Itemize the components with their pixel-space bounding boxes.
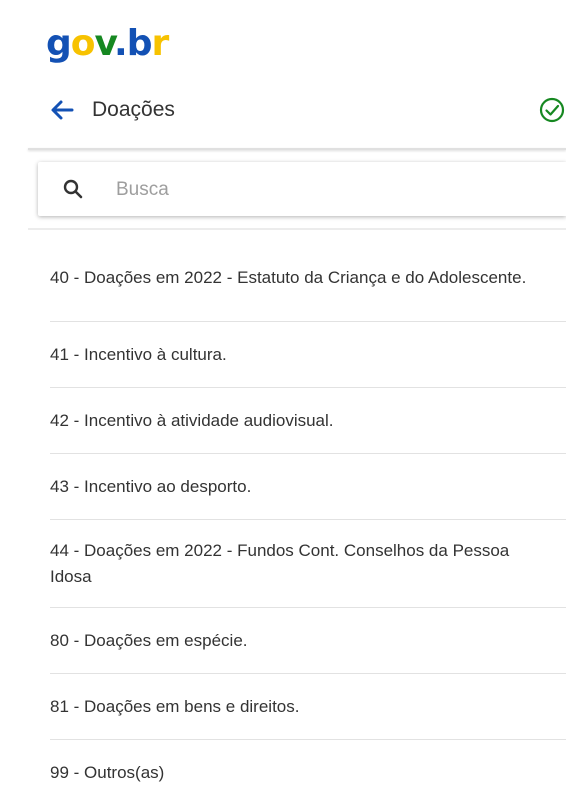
list-item[interactable]: 40 - Doações em 2022 - Estatuto da Crian… bbox=[50, 234, 566, 322]
list-item[interactable]: 99 - Outros(as) bbox=[50, 740, 566, 806]
search-bar[interactable] bbox=[38, 162, 566, 216]
search-input[interactable] bbox=[114, 174, 558, 206]
page-title: Doações bbox=[92, 98, 175, 121]
back-button[interactable] bbox=[46, 94, 78, 126]
app-header: Doações bbox=[0, 88, 566, 132]
confirm-button[interactable] bbox=[538, 96, 566, 124]
list-item-label: 42 - Incentivo à atividade audiovisual. bbox=[50, 410, 334, 430]
logo-letter: g bbox=[46, 23, 72, 64]
logo-letter: . bbox=[114, 23, 128, 64]
header-divider bbox=[28, 148, 566, 150]
list-item[interactable]: 41 - Incentivo à cultura. bbox=[50, 322, 566, 388]
arrow-left-icon bbox=[51, 100, 74, 120]
search-divider bbox=[28, 228, 566, 230]
list-item[interactable]: 81 - Doações em bens e direitos. bbox=[50, 674, 566, 740]
check-circle-icon bbox=[539, 97, 565, 123]
search-icon bbox=[63, 179, 83, 199]
list-item-label: 99 - Outros(as) bbox=[50, 763, 165, 782]
list-item-label: 80 - Doações em espécie. bbox=[50, 630, 248, 650]
list-item-label: 43 - Incentivo ao desporto. bbox=[50, 476, 252, 496]
list-item-label: 41 - Incentivo à cultura. bbox=[50, 344, 227, 364]
logo-letter: v bbox=[94, 23, 116, 64]
list-item[interactable]: 42 - Incentivo à atividade audiovisual. bbox=[50, 388, 566, 454]
list-item[interactable]: 44 - Doações em 2022 - Fundos Cont. Cons… bbox=[50, 520, 566, 608]
logo-letter: r bbox=[151, 23, 170, 64]
list-item[interactable]: 80 - Doações em espécie. bbox=[50, 608, 566, 674]
list-item-label: 44 - Doações em 2022 - Fundos Cont. Cons… bbox=[50, 540, 510, 586]
donation-list: 40 - Doações em 2022 - Estatuto da Crian… bbox=[0, 234, 566, 806]
list-item[interactable]: 43 - Incentivo ao desporto. bbox=[50, 454, 566, 520]
logo-letter: b bbox=[126, 23, 153, 64]
govbr-logo: gov.br bbox=[46, 23, 170, 64]
list-item-label: 40 - Doações em 2022 - Estatuto da Crian… bbox=[50, 267, 527, 287]
list-item-label: 81 - Doações em bens e direitos. bbox=[50, 696, 300, 716]
logo-letter: o bbox=[70, 23, 96, 64]
